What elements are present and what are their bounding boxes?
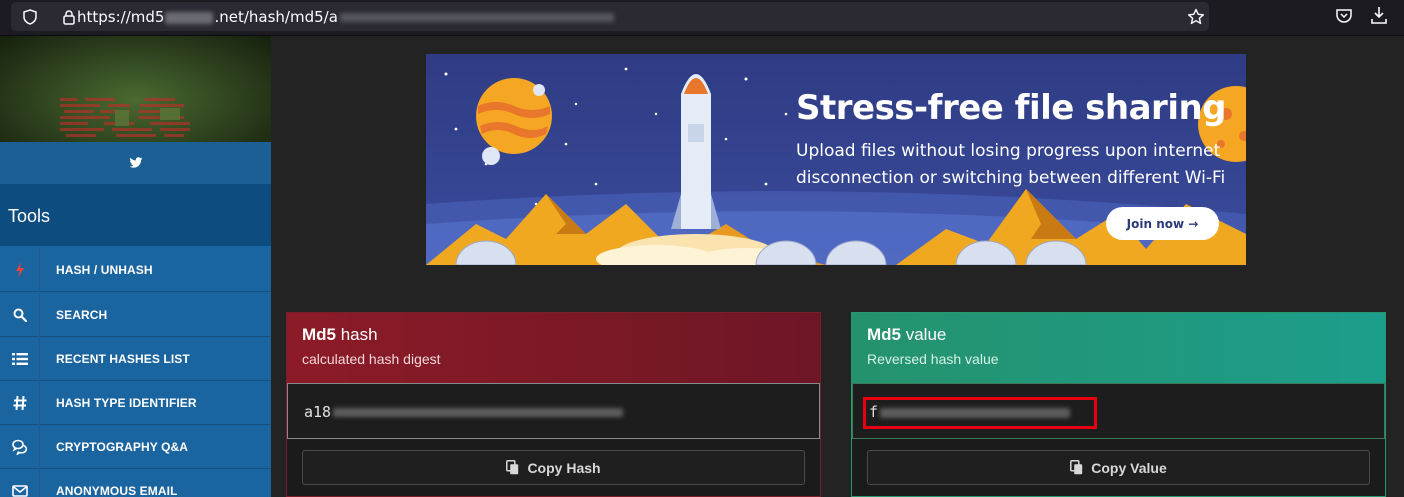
address-bar[interactable]: https://md5 .net/hash/md5/a: [11, 2, 1209, 31]
download-icon[interactable]: [1370, 5, 1388, 25]
sidebar-item-cryptography-qa[interactable]: CRYPTOGRAPHY Q&A: [0, 425, 271, 469]
join-now-button[interactable]: Join now →: [1106, 207, 1219, 240]
sidebar-item-label: RECENT HASHES LIST: [56, 352, 190, 366]
hash-output-text[interactable]: a18: [304, 403, 624, 421]
tools-title: Tools: [8, 206, 51, 226]
redacted-hash: [339, 13, 614, 22]
sidebar-item-label: CRYPTOGRAPHY Q&A: [56, 440, 189, 454]
icon-cell: [0, 469, 40, 497]
bolt-icon: [15, 262, 24, 278]
icon-cell: [0, 293, 40, 337]
panel-subtitle: calculated hash digest: [302, 351, 441, 367]
logo-artwork: [60, 98, 200, 142]
sidebar-item-recent-hashes[interactable]: RECENT HASHES LIST: [0, 337, 271, 381]
bookmark-star-icon[interactable]: [1187, 8, 1205, 26]
highlight-annotation: [863, 397, 1097, 429]
search-icon: [13, 308, 27, 322]
panel-title-rest: value: [901, 325, 947, 344]
copy-icon: [1070, 460, 1083, 475]
browser-toolbar: https://md5 .net/hash/md5/a: [0, 0, 1404, 36]
panel-title: Md5 value: [867, 325, 1370, 345]
copy-value-label: Copy Value: [1091, 459, 1167, 476]
panel-subtitle: Reversed hash value: [867, 351, 999, 367]
lock-icon[interactable]: [61, 9, 77, 25]
list-icon: [11, 353, 28, 365]
copy-hash-button[interactable]: Copy Hash: [302, 450, 805, 485]
ad-body: Upload files without losing progress upo…: [796, 141, 1226, 188]
copy-icon: [506, 460, 519, 475]
md5-value-panel: Md5 value Reversed hash value f Copy Val…: [851, 312, 1386, 497]
icon-cell: [0, 381, 40, 425]
chat-icon: [11, 439, 27, 455]
panel-title: Md5 hash: [302, 325, 805, 345]
sidebar-item-hash-type-identifier[interactable]: HASH TYPE IDENTIFIER: [0, 381, 271, 425]
ad-banner[interactable]: Stress-free file sharing Upload files wi…: [426, 54, 1246, 265]
twitter-link[interactable]: [0, 142, 271, 184]
page-content: Tools HASH / UNHASH SEARCH RECENT HASHES…: [0, 36, 1404, 497]
panel-title-rest: hash: [336, 325, 378, 344]
icon-cell: [0, 425, 40, 469]
twitter-icon[interactable]: [129, 157, 143, 169]
sidebar-item-label: HASH / UNHASH: [56, 263, 153, 277]
icon-cell: [0, 337, 40, 381]
md5-hash-panel: Md5 hash calculated hash digest a18 Copy…: [286, 312, 821, 497]
url-text[interactable]: https://md5 .net/hash/md5/a: [77, 8, 614, 26]
shield-icon[interactable]: [22, 9, 38, 25]
panel-header: Md5 value Reversed hash value: [852, 313, 1385, 383]
sidebar-item-label: SEARCH: [56, 308, 108, 322]
url-path: .net/hash/md5/a: [214, 8, 338, 26]
redacted-domain: [165, 11, 214, 24]
sidebar-item-search[interactable]: SEARCH: [0, 293, 271, 337]
sidebar-item-anonymous-email[interactable]: ANONYMOUS EMAIL: [0, 469, 271, 497]
icon-cell: [0, 248, 40, 292]
sidebar-item-label: HASH TYPE IDENTIFIER: [56, 396, 197, 410]
copy-value-button[interactable]: Copy Value: [867, 450, 1370, 485]
sidebar: Tools HASH / UNHASH SEARCH RECENT HASHES…: [0, 36, 271, 497]
hash-value-visible: a18: [304, 403, 332, 421]
hash-output-box[interactable]: a18: [287, 383, 820, 439]
redacted-hash-value: [333, 408, 624, 417]
panel-title-bold: Md5: [867, 325, 901, 344]
url-prefix: https://md5: [77, 8, 165, 26]
sidebar-item-hash-unhash[interactable]: HASH / UNHASH: [0, 248, 271, 292]
ad-headline: Stress-free file sharing: [796, 88, 1227, 128]
panel-header: Md5 hash calculated hash digest: [287, 313, 820, 383]
tools-header: Tools: [0, 184, 271, 246]
pocket-icon[interactable]: [1335, 7, 1353, 25]
sidebar-item-label: ANONYMOUS EMAIL: [56, 484, 178, 497]
value-output-box[interactable]: f: [852, 383, 1385, 439]
copy-hash-label: Copy Hash: [527, 459, 601, 476]
site-logo[interactable]: [0, 36, 271, 142]
panel-title-bold: Md5: [302, 325, 336, 344]
hash-icon: [13, 395, 26, 411]
envelope-icon: [11, 485, 28, 497]
